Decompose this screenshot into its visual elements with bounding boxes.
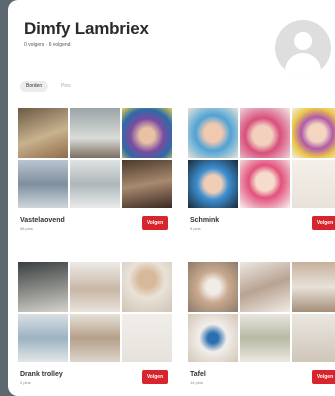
pin-thumbnail (188, 160, 238, 208)
pin-thumbnail (122, 262, 172, 312)
follow-button[interactable]: Volgen (312, 370, 335, 384)
board-title[interactable]: Tafel (190, 371, 206, 378)
follow-button[interactable]: Volgen (142, 216, 168, 230)
profile-page: Dimfy Lambriex 0 volgers · 6 volgend Bor… (8, 0, 335, 396)
pin-thumbnail (70, 108, 120, 158)
board-title[interactable]: Vastelaovend (20, 217, 65, 224)
follow-button[interactable]: Volgen (142, 370, 168, 384)
tab-pins[interactable]: Pins (55, 81, 77, 92)
pin-thumbnail (18, 160, 68, 208)
profile-stats[interactable]: 0 volgers · 6 volgend (24, 42, 70, 48)
board-pin-count: 9 pins (190, 226, 201, 231)
pin-thumbnail (188, 262, 238, 312)
profile-name: Dimfy Lambriex (24, 19, 149, 38)
pin-thumbnail (122, 160, 172, 208)
board-cover-collage[interactable] (18, 262, 172, 362)
pin-thumbnail (240, 160, 290, 208)
pin-thumbnail (240, 108, 290, 158)
pin-thumbnail (240, 314, 290, 362)
pin-thumbnail (18, 108, 68, 158)
pin-thumbnail (70, 262, 120, 312)
pin-thumbnail (122, 314, 172, 362)
avatar-body-shape (285, 53, 321, 76)
tab-borden[interactable]: Borden (20, 81, 49, 92)
avatar-head-shape (294, 32, 312, 50)
board-cover-collage[interactable] (188, 262, 335, 362)
pin-thumbnail (292, 108, 335, 158)
board-title[interactable]: Schmink (190, 217, 219, 224)
pin-thumbnail (18, 314, 68, 362)
board-pin-count: 36 pins (20, 226, 33, 231)
board-cover-collage[interactable] (18, 108, 172, 208)
board-pin-count: 2 pins (20, 380, 31, 385)
pin-thumbnail (240, 262, 290, 312)
pin-thumbnail (188, 314, 238, 362)
pin-thumbnail (18, 262, 68, 312)
pin-thumbnail (292, 160, 335, 208)
pin-thumbnail (292, 262, 335, 312)
pin-thumbnail (292, 314, 335, 362)
board-title[interactable]: Drank trolley (20, 371, 63, 378)
pin-thumbnail (70, 160, 120, 208)
follow-button[interactable]: Volgen (312, 216, 335, 230)
pin-thumbnail (122, 108, 172, 158)
pin-thumbnail (188, 108, 238, 158)
pin-thumbnail (70, 314, 120, 362)
board-pin-count: 14 pins (190, 380, 203, 385)
board-cover-collage[interactable] (188, 108, 335, 208)
avatar[interactable] (275, 20, 331, 76)
